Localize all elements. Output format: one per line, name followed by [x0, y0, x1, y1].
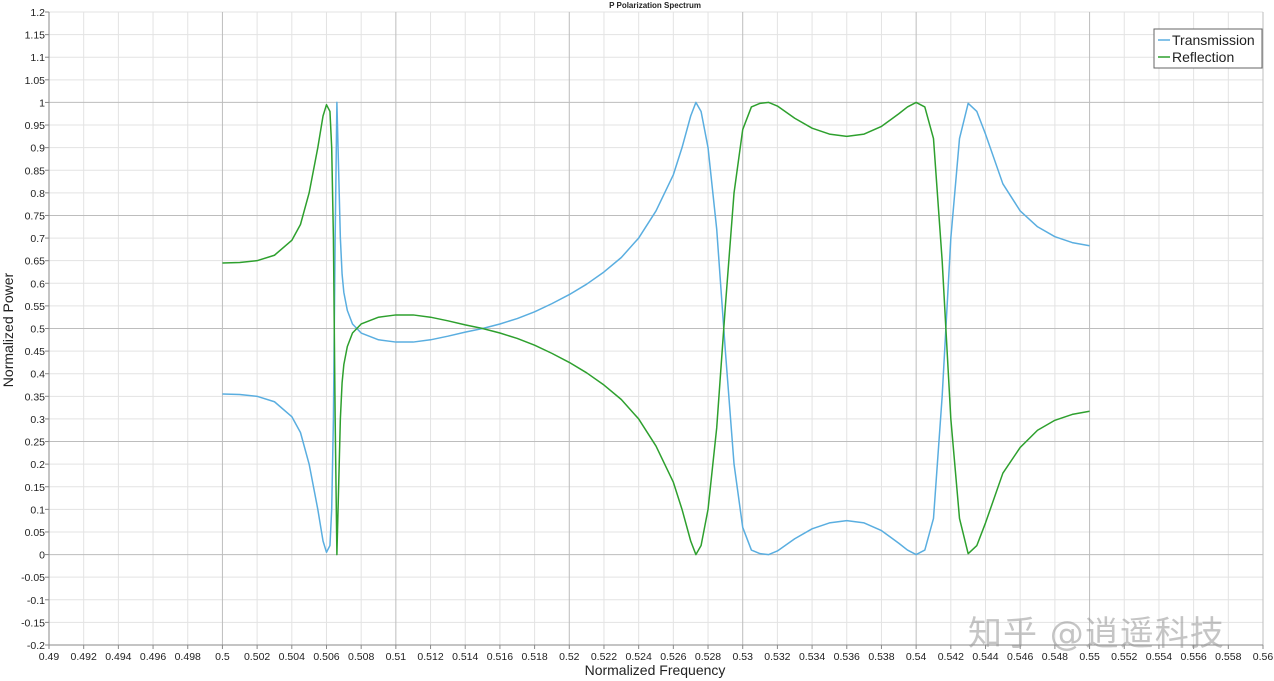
legend-label-reflection: Reflection	[1172, 49, 1234, 65]
x-tick-label: 0.534	[799, 651, 825, 663]
y-tick-label: 0.7	[30, 233, 45, 245]
y-tick-label: 0.95	[25, 120, 46, 132]
y-tick-label: 0.65	[25, 256, 46, 268]
y-tick-label: -0.1	[27, 595, 45, 607]
legend-label-transmission: Transmission	[1172, 32, 1255, 48]
x-tick-label: 0.538	[868, 651, 894, 663]
y-tick-label: 0.35	[25, 391, 46, 403]
y-tick-label: 1.1	[30, 52, 45, 64]
y-tick-label: 0.85	[25, 165, 46, 177]
y-tick-label: 1	[39, 97, 45, 109]
x-tick-label: 0.51	[386, 651, 407, 663]
y-tick-label: 0.15	[25, 482, 46, 494]
y-tick-label: 0.25	[25, 437, 46, 449]
y-tick-label: 0.2	[30, 459, 45, 471]
line-chart: P Polarization Spectrum 0.49 0.492 0.494 0.…	[0, 0, 1274, 681]
y-tick-label: 0.8	[30, 188, 45, 200]
y-tick-label: 0.75	[25, 210, 46, 222]
x-tick-label: 0.514	[452, 651, 478, 663]
x-tick-label: 0.506	[313, 651, 339, 663]
y-tick-label: 0.9	[30, 143, 45, 155]
y-tick-label: 0.3	[30, 414, 45, 426]
y-tick-label: 0.55	[25, 301, 46, 313]
y-tick-label: 0.05	[25, 527, 46, 539]
x-tick-label: 0.492	[71, 651, 97, 663]
y-tick-label: 1.2	[30, 7, 45, 19]
x-tick-label: 0.516	[487, 651, 513, 663]
x-tick-label: 0.52	[559, 651, 580, 663]
y-tick-label: 1.15	[25, 30, 46, 42]
x-tick-label: 0.504	[279, 651, 305, 663]
y-tick-label: 0.1	[30, 504, 45, 516]
x-tick-label: 0.532	[764, 651, 790, 663]
x-tick-label: 0.56	[1253, 651, 1274, 663]
legend: Transmission Reflection	[1153, 28, 1263, 69]
x-tick-label: 0.542	[938, 651, 964, 663]
x-tick-label: 0.498	[175, 651, 201, 663]
x-tick-label: 0.49	[39, 651, 60, 663]
x-tick-label: 0.536	[834, 651, 860, 663]
watermark: 知乎 @逍遥科技	[968, 614, 1225, 654]
x-tick-label: 0.5	[215, 651, 230, 663]
x-tick-label: 0.518	[521, 651, 547, 663]
x-tick-label: 0.496	[140, 651, 166, 663]
y-tick-label: -0.15	[21, 617, 45, 629]
x-tick-label: 0.53	[732, 651, 753, 663]
x-tick-label: 0.54	[906, 651, 927, 663]
x-tick-label: 0.512	[417, 651, 443, 663]
y-tick-label: -0.2	[27, 640, 45, 652]
y-tick-label: -0.05	[21, 572, 45, 584]
y-tick-label: 0.6	[30, 278, 45, 290]
y-tick-label: 1.05	[25, 75, 46, 87]
x-tick-label: 0.502	[244, 651, 270, 663]
x-tick-label: 0.494	[105, 651, 131, 663]
y-tick-label: 0.4	[30, 369, 45, 381]
y-tick-label: 0	[39, 550, 45, 562]
x-tick-label: 0.508	[348, 651, 374, 663]
x-axis-title: Normalized Frequency	[585, 662, 726, 678]
y-axis-title: Normalized Power	[0, 272, 16, 387]
y-tick-label: 0.5	[30, 324, 45, 336]
y-tick-label: 0.45	[25, 346, 46, 358]
chart-title: P Polarization Spectrum	[609, 1, 701, 10]
